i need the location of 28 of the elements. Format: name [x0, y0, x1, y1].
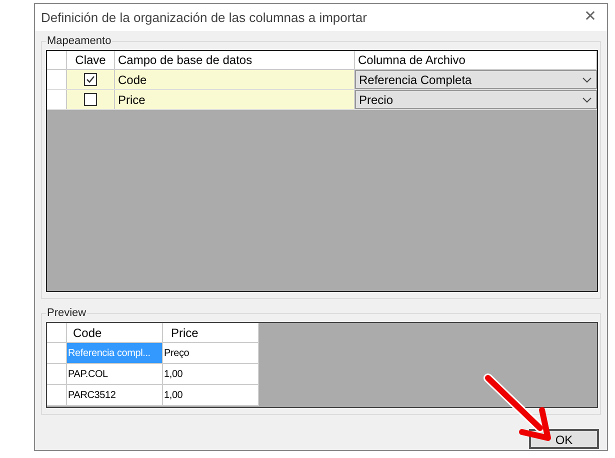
- table-cell: Preço: [163, 343, 259, 364]
- group-title: Mapeamento: [46, 33, 112, 50]
- dropdown-value: Referencia Completa: [359, 72, 472, 88]
- dropdown[interactable]: Referencia Completa: [355, 70, 597, 89]
- table-cell: 1,00: [163, 385, 259, 406]
- table-cell: Price: [115, 90, 355, 109]
- column-header: Campo de base de datos: [115, 51, 355, 69]
- column-header: Clave: [67, 51, 115, 69]
- column-header: Code: [67, 323, 163, 343]
- dropdown[interactable]: Precio: [355, 90, 597, 109]
- column-header: Columna de Archivo: [355, 51, 597, 69]
- dropdown-value: Precio: [359, 92, 394, 108]
- row-header: [47, 385, 67, 406]
- row-header: [47, 343, 67, 364]
- caret-icon: [582, 76, 592, 82]
- table-cell: PARC3512: [67, 385, 163, 406]
- checkbox[interactable]: [84, 93, 97, 106]
- table-cell: PAP.COL: [67, 364, 163, 385]
- checkbox[interactable]: [84, 73, 97, 86]
- table-cell: 1,00: [163, 364, 259, 385]
- table-cell: Code: [115, 70, 355, 89]
- close-button[interactable]: ✕: [580, 6, 601, 29]
- table-cell: Referencia compl...: [67, 343, 163, 364]
- window-title: Definición de la organización de las columnas a importar: [41, 8, 367, 27]
- caret-icon: [582, 96, 592, 102]
- column-header: Price: [163, 323, 259, 343]
- row-header: [47, 323, 67, 343]
- row-header: [47, 364, 67, 385]
